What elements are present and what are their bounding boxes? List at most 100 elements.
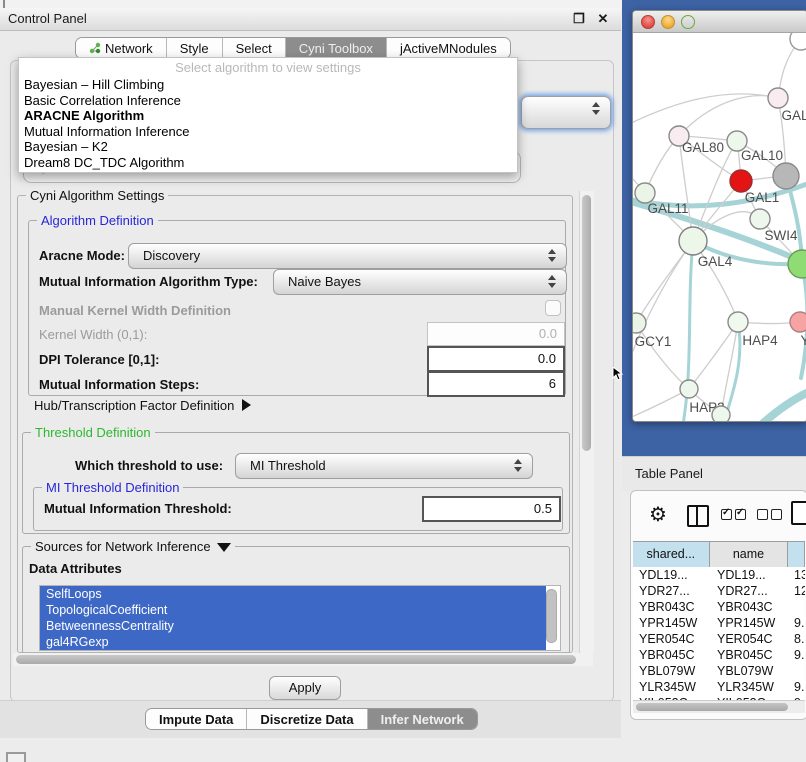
network-edge[interactable] — [689, 322, 738, 389]
checkbox-unchecked-icon[interactable] — [771, 509, 782, 520]
dropdown-item-bayesian-k2[interactable]: Bayesian – K2 — [19, 139, 517, 155]
attribute-item-gal4rgexp[interactable]: gal4RGexp — [40, 634, 546, 650]
node-label-gal80: GAL80 — [682, 140, 724, 155]
column-header-shared[interactable]: shared... — [633, 542, 710, 568]
dropdown-item-dream8-dc-tdc-algorithm[interactable]: Dream8 DC_TDC Algorithm — [19, 155, 517, 171]
network-node-gal11[interactable] — [635, 183, 655, 203]
network-edge[interactable] — [761, 389, 806, 421]
algorithm-definition-title: Algorithm Definition — [37, 213, 158, 228]
dropdown-item-basic-correlation-inference[interactable]: Basic Correlation Inference — [19, 93, 517, 109]
dpi-tolerance-field[interactable]: 0.0 — [427, 346, 565, 372]
hub-definition-row[interactable]: Hub/Transcription Factor Definition — [34, 398, 251, 413]
bottom-tab-infer-network[interactable]: Infer Network — [367, 709, 477, 729]
scroll-thumb[interactable] — [582, 195, 591, 451]
table-panel-title: Table Panel — [635, 466, 703, 481]
table-row[interactable]: YDR27...YDR27...12 — [633, 583, 805, 599]
table-rows: YDL19...YDL19...13YDR27...YDR27...12YBR0… — [633, 567, 805, 700]
dropdown-item-bayesian-hill-climbing[interactable]: Bayesian – Hill Climbing — [19, 77, 517, 93]
close-traffic-light-icon[interactable] — [641, 15, 655, 29]
node-label-gal4: GAL4 — [698, 254, 733, 269]
collapse-down-icon[interactable] — [217, 543, 231, 552]
cell: 13 — [790, 567, 805, 583]
network-node-gal4[interactable] — [679, 227, 707, 255]
network-node[interactable] — [790, 33, 806, 50]
expand-right-icon[interactable] — [242, 399, 251, 411]
network-edge[interactable] — [723, 322, 740, 421]
table-row[interactable]: YBR045CYBR045C9. — [633, 647, 805, 663]
gear-icon[interactable]: ⚙ — [649, 502, 667, 527]
kernel-width-field[interactable]: 0.0 — [427, 322, 565, 346]
close-window-icon[interactable]: ✕ — [595, 11, 611, 27]
network-canvas[interactable]: GALGAL80GAL10GAL1GAL11SWI4GAL4GCY1HAP4YH… — [633, 33, 806, 421]
bottom-tab-impute-data-label: Impute Data — [159, 712, 233, 727]
settings-vertical-scrollbar[interactable] — [579, 191, 594, 653]
attribute-item-selfloops[interactable]: SelfLoops — [40, 586, 546, 602]
attribute-item-betweennesscentrality[interactable]: BetweennessCentrality — [40, 618, 546, 634]
network-node-gal[interactable] — [768, 88, 788, 108]
network-edge[interactable] — [679, 96, 778, 136]
bottom-tab-discretize-data[interactable]: Discretize Data — [246, 709, 366, 729]
scroll-thumb[interactable] — [636, 703, 788, 711]
table-row[interactable]: YBL079WYBL079W — [633, 663, 805, 679]
scroll-thumb[interactable] — [16, 655, 576, 664]
cell: YDR27... — [633, 583, 711, 599]
aracne-mode-label: Aracne Mode: — [39, 248, 125, 263]
tab-network[interactable]: Network — [76, 38, 166, 58]
bottom-tab-discretize-data-label: Discretize Data — [260, 712, 353, 727]
manual-kernel-checkbox[interactable] — [545, 300, 561, 316]
checkbox-checked-icon[interactable] — [721, 509, 732, 520]
network-node-y[interactable] — [790, 312, 806, 332]
which-threshold-combo[interactable]: MI Threshold — [235, 453, 533, 479]
table-horizontal-scrollbar[interactable] — [633, 700, 805, 713]
float-window-icon[interactable]: ❐ — [571, 11, 587, 27]
tab-style[interactable]: Style — [166, 38, 222, 58]
attribute-item-topologicalcoefficient[interactable]: TopologicalCoefficient — [40, 602, 546, 618]
column-header-extra[interactable] — [788, 542, 805, 568]
table-row[interactable]: YDL19...YDL19...13 — [633, 567, 805, 583]
manual-kernel-label: Manual Kernel Width Definition — [39, 303, 231, 318]
bottom-tab-impute-data[interactable]: Impute Data — [146, 709, 246, 729]
table-row[interactable]: YER054CYER054C8. — [633, 631, 805, 647]
network-node-hap2[interactable] — [680, 380, 698, 398]
table-row[interactable]: YPR145WYPR145W9. — [633, 615, 805, 631]
network-node-swi4[interactable] — [750, 209, 770, 229]
apply-button[interactable]: Apply — [269, 676, 341, 700]
data-attributes-list[interactable]: SelfLoopsTopologicalCoefficientBetweenne… — [39, 585, 561, 651]
aracne-mode-combo[interactable]: Discovery — [128, 243, 567, 269]
mouse-cursor — [612, 367, 624, 381]
column-header-name[interactable]: name — [710, 542, 789, 568]
inference-algorithm-combo-fragment[interactable] — [521, 96, 611, 129]
mi-type-combo[interactable]: Naive Bayes — [273, 269, 567, 295]
network-node[interactable] — [773, 163, 799, 189]
tab-jactivemnodules[interactable]: jActiveMNodules — [386, 38, 510, 58]
checkbox-checked-icon[interactable] — [735, 509, 746, 520]
cell: YPR145W — [711, 615, 790, 631]
document-icon[interactable] — [791, 501, 806, 525]
table-row[interactable]: YLR345WYLR345W9. — [633, 679, 805, 695]
zoom-traffic-light-icon[interactable] — [681, 15, 695, 29]
dropdown-item-mutual-information-inference[interactable]: Mutual Information Inference — [19, 124, 517, 140]
network-edge[interactable] — [633, 94, 778, 125]
tab-cyni-toolbox[interactable]: Cyni Toolbox — [285, 38, 386, 58]
minimize-traffic-light-icon[interactable] — [661, 15, 675, 29]
mi-steps-field[interactable]: 6 — [427, 371, 565, 397]
bottom-tabbar: Impute Data Discretize Data Infer Network — [145, 708, 478, 730]
settings-horizontal-scrollbar[interactable] — [13, 653, 593, 666]
mi-threshold-field[interactable]: 0.5 — [422, 496, 561, 522]
network-node-gal1[interactable] — [730, 170, 752, 192]
network-node[interactable] — [712, 406, 730, 421]
network-node-hap4[interactable] — [728, 312, 748, 332]
table-row[interactable]: YBR043CYBR043C — [633, 599, 805, 615]
tab-select[interactable]: Select — [222, 38, 285, 58]
columns-icon[interactable] — [687, 505, 709, 527]
dock-mini-icon[interactable] — [6, 752, 26, 762]
node-label-gal: GAL — [781, 108, 806, 123]
cell: YDL19... — [633, 567, 711, 583]
network-node-gcy1[interactable] — [633, 313, 646, 333]
cell — [790, 599, 805, 615]
checkbox-unchecked-icon[interactable] — [757, 509, 768, 520]
dropdown-item-aracne-algorithm[interactable]: ARACNE Algorithm — [19, 108, 517, 124]
network-edge[interactable] — [636, 323, 689, 389]
node-label-gal11: GAL11 — [647, 201, 688, 216]
list-scrollbar[interactable] — [546, 589, 557, 643]
